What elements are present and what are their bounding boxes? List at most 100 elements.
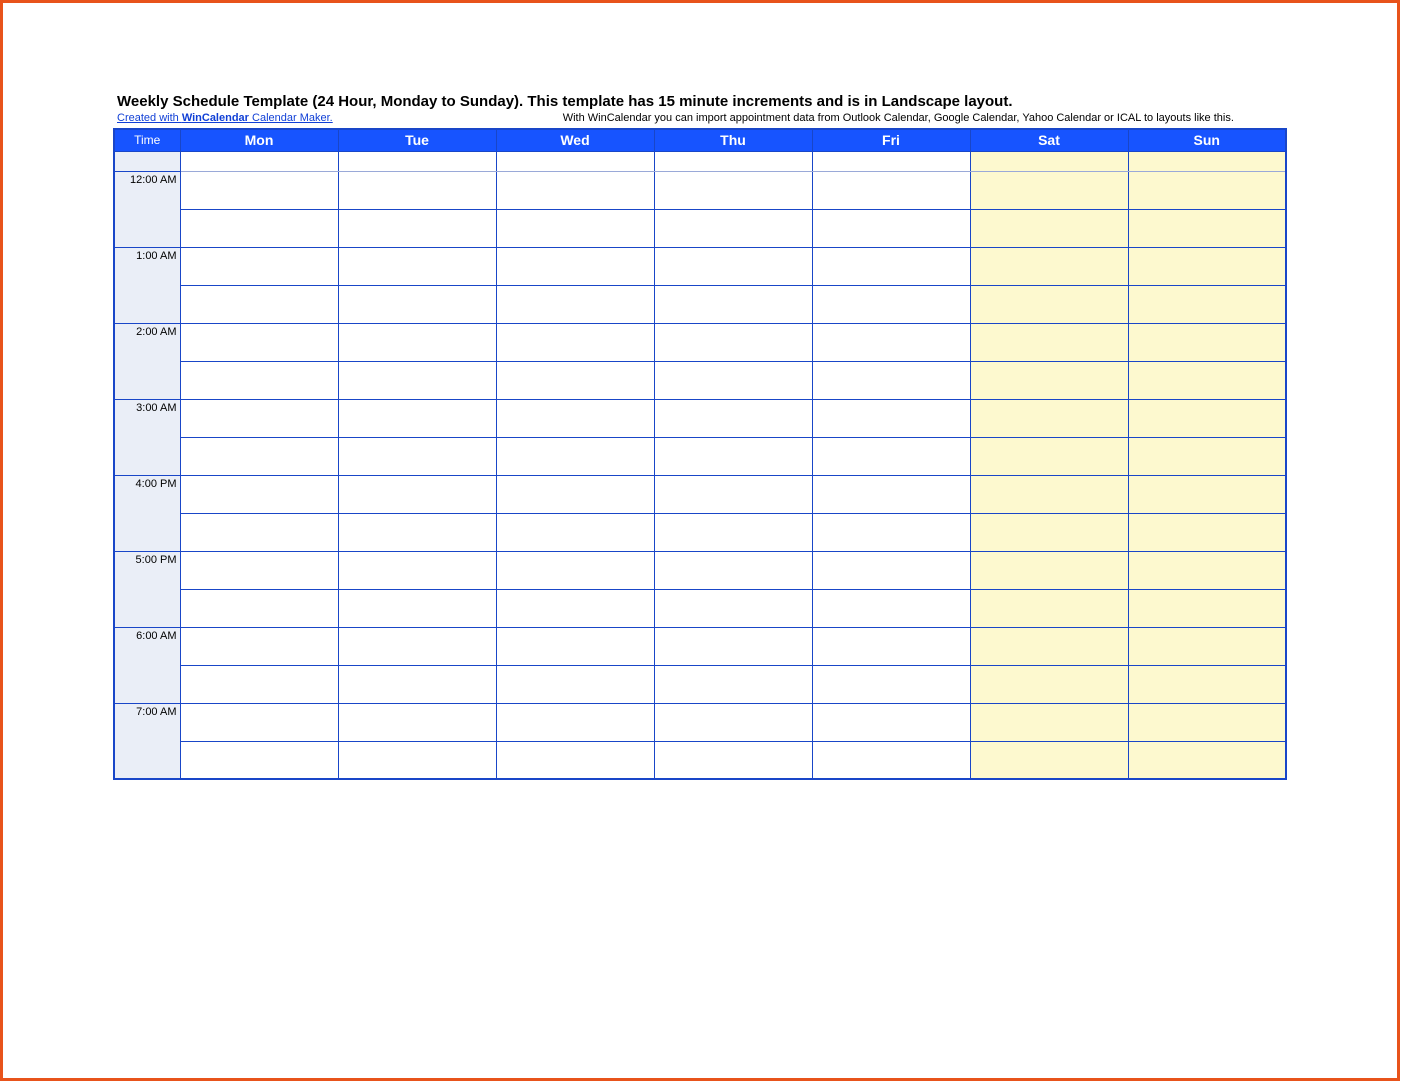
slot-cell[interactable] [1128,589,1286,627]
slot-cell[interactable] [496,627,654,665]
slot-cell[interactable] [180,399,338,437]
slot-cell[interactable] [970,703,1128,741]
slot-cell[interactable] [338,551,496,589]
slot-cell[interactable] [180,741,338,779]
slot-cell[interactable] [812,437,970,475]
slot-cell[interactable] [812,209,970,247]
slot-cell[interactable] [654,627,812,665]
slot-cell[interactable] [496,741,654,779]
slot-cell[interactable] [654,247,812,285]
slot-cell[interactable] [1128,151,1286,171]
slot-cell[interactable] [338,209,496,247]
slot-cell[interactable] [338,665,496,703]
slot-cell[interactable] [1128,247,1286,285]
slot-cell[interactable] [970,323,1128,361]
slot-cell[interactable] [180,209,338,247]
slot-cell[interactable] [496,589,654,627]
slot-cell[interactable] [496,665,654,703]
slot-cell[interactable] [496,209,654,247]
slot-cell[interactable] [1128,665,1286,703]
slot-cell[interactable] [180,627,338,665]
slot-cell[interactable] [180,513,338,551]
slot-cell[interactable] [1128,285,1286,323]
slot-cell[interactable] [338,475,496,513]
slot-cell[interactable] [812,589,970,627]
slot-cell[interactable] [812,627,970,665]
slot-cell[interactable] [338,513,496,551]
slot-cell[interactable] [970,437,1128,475]
slot-cell[interactable] [496,475,654,513]
slot-cell[interactable] [812,513,970,551]
slot-cell[interactable] [180,361,338,399]
slot-cell[interactable] [812,151,970,171]
slot-cell[interactable] [338,171,496,209]
slot-cell[interactable] [812,703,970,741]
slot-cell[interactable] [338,589,496,627]
slot-cell[interactable] [180,323,338,361]
slot-cell[interactable] [1128,171,1286,209]
slot-cell[interactable] [970,513,1128,551]
slot-cell[interactable] [338,437,496,475]
slot-cell[interactable] [654,551,812,589]
slot-cell[interactable] [654,285,812,323]
slot-cell[interactable] [496,247,654,285]
slot-cell[interactable] [970,247,1128,285]
slot-cell[interactable] [812,399,970,437]
slot-cell[interactable] [654,475,812,513]
slot-cell[interactable] [654,741,812,779]
slot-cell[interactable] [180,551,338,589]
slot-cell[interactable] [654,399,812,437]
slot-cell[interactable] [970,171,1128,209]
slot-cell[interactable] [1128,513,1286,551]
slot-cell[interactable] [180,247,338,285]
slot-cell[interactable] [180,437,338,475]
slot-cell[interactable] [1128,399,1286,437]
slot-cell[interactable] [812,551,970,589]
slot-cell[interactable] [654,703,812,741]
slot-cell[interactable] [654,665,812,703]
credit-link[interactable]: Created with WinCalendar Calendar Maker. [117,112,333,124]
slot-cell[interactable] [338,703,496,741]
slot-cell[interactable] [970,475,1128,513]
slot-cell[interactable] [970,551,1128,589]
slot-cell[interactable] [338,323,496,361]
slot-cell[interactable] [338,151,496,171]
slot-cell[interactable] [496,437,654,475]
slot-cell[interactable] [496,361,654,399]
slot-cell[interactable] [338,285,496,323]
slot-cell[interactable] [1128,323,1286,361]
slot-cell[interactable] [970,399,1128,437]
slot-cell[interactable] [180,475,338,513]
slot-cell[interactable] [970,741,1128,779]
slot-cell[interactable] [1128,627,1286,665]
slot-cell[interactable] [180,151,338,171]
slot-cell[interactable] [496,399,654,437]
slot-cell[interactable] [812,665,970,703]
slot-cell[interactable] [970,589,1128,627]
slot-cell[interactable] [180,703,338,741]
slot-cell[interactable] [338,247,496,285]
slot-cell[interactable] [496,703,654,741]
slot-cell[interactable] [654,513,812,551]
slot-cell[interactable] [654,437,812,475]
slot-cell[interactable] [970,665,1128,703]
slot-cell[interactable] [338,627,496,665]
slot-cell[interactable] [1128,703,1286,741]
slot-cell[interactable] [812,247,970,285]
slot-cell[interactable] [1128,361,1286,399]
slot-cell[interactable] [812,323,970,361]
slot-cell[interactable] [496,171,654,209]
slot-cell[interactable] [338,399,496,437]
slot-cell[interactable] [180,589,338,627]
slot-cell[interactable] [180,665,338,703]
slot-cell[interactable] [970,151,1128,171]
slot-cell[interactable] [1128,209,1286,247]
slot-cell[interactable] [654,589,812,627]
slot-cell[interactable] [654,151,812,171]
slot-cell[interactable] [496,151,654,171]
slot-cell[interactable] [338,361,496,399]
slot-cell[interactable] [496,513,654,551]
slot-cell[interactable] [1128,551,1286,589]
slot-cell[interactable] [1128,437,1286,475]
slot-cell[interactable] [812,741,970,779]
